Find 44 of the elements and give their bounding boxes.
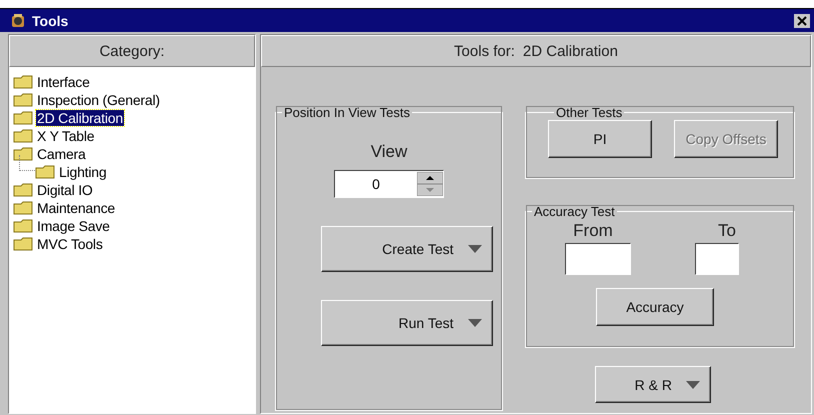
- from-field[interactable]: [565, 243, 631, 275]
- test-button[interactable]: Create Test: [320, 226, 492, 272]
- tree-item[interactable]: Image Save: [36, 218, 111, 234]
- folder-icon: [13, 147, 33, 161]
- folder-icon: [13, 93, 33, 107]
- caret-icon: [468, 245, 482, 253]
- folder-icon: [13, 129, 33, 143]
- field-label: From: [573, 221, 613, 241]
- tree-item[interactable]: Digital IO: [36, 182, 94, 198]
- tree-item[interactable]: Lighting: [58, 164, 108, 180]
- window-title: Tools: [32, 12, 70, 28]
- header-value: 2D Calibration: [522, 42, 618, 60]
- group-title: Other Tests: [555, 105, 624, 120]
- field-label: To: [718, 221, 736, 241]
- to-field[interactable]: [695, 243, 739, 275]
- folder-icon: [13, 111, 33, 125]
- up-arrow-icon[interactable]: [417, 172, 443, 184]
- app-icon: [10, 12, 26, 28]
- folder-icon: [35, 165, 55, 179]
- caret-icon: [468, 319, 482, 327]
- tree-item[interactable]: 2D Calibration: [36, 110, 124, 126]
- close-icon[interactable]: [794, 14, 810, 28]
- folder-icon: [13, 219, 33, 233]
- folder-icon: [13, 237, 33, 251]
- tree-item[interactable]: X Y Table: [36, 128, 96, 144]
- test-button[interactable]: PI: [548, 120, 652, 158]
- tree-item[interactable]: MVC Tools: [36, 236, 104, 252]
- tree-item[interactable]: Inspection (General): [36, 92, 161, 108]
- folder-icon: [13, 75, 33, 89]
- field-label: View: [370, 142, 408, 162]
- accuracy-button[interactable]: Accuracy: [596, 288, 714, 326]
- group-title: Accuracy Test: [533, 204, 616, 219]
- tree-item[interactable]: Camera: [36, 146, 87, 162]
- folder-icon: [13, 183, 33, 197]
- rr-button[interactable]: R & R: [595, 366, 711, 403]
- spinner-field[interactable]: 0: [334, 170, 444, 198]
- group-title: Position In View Tests: [283, 105, 411, 120]
- header-label: Tools for:: [454, 42, 515, 60]
- folder-icon: [13, 201, 33, 215]
- panel-header: Category:: [9, 35, 255, 67]
- tree-item[interactable]: Maintenance: [36, 200, 116, 216]
- test-button[interactable]: Run Test: [320, 300, 492, 346]
- tree-item[interactable]: Interface: [36, 74, 91, 90]
- caret-icon: [686, 380, 700, 388]
